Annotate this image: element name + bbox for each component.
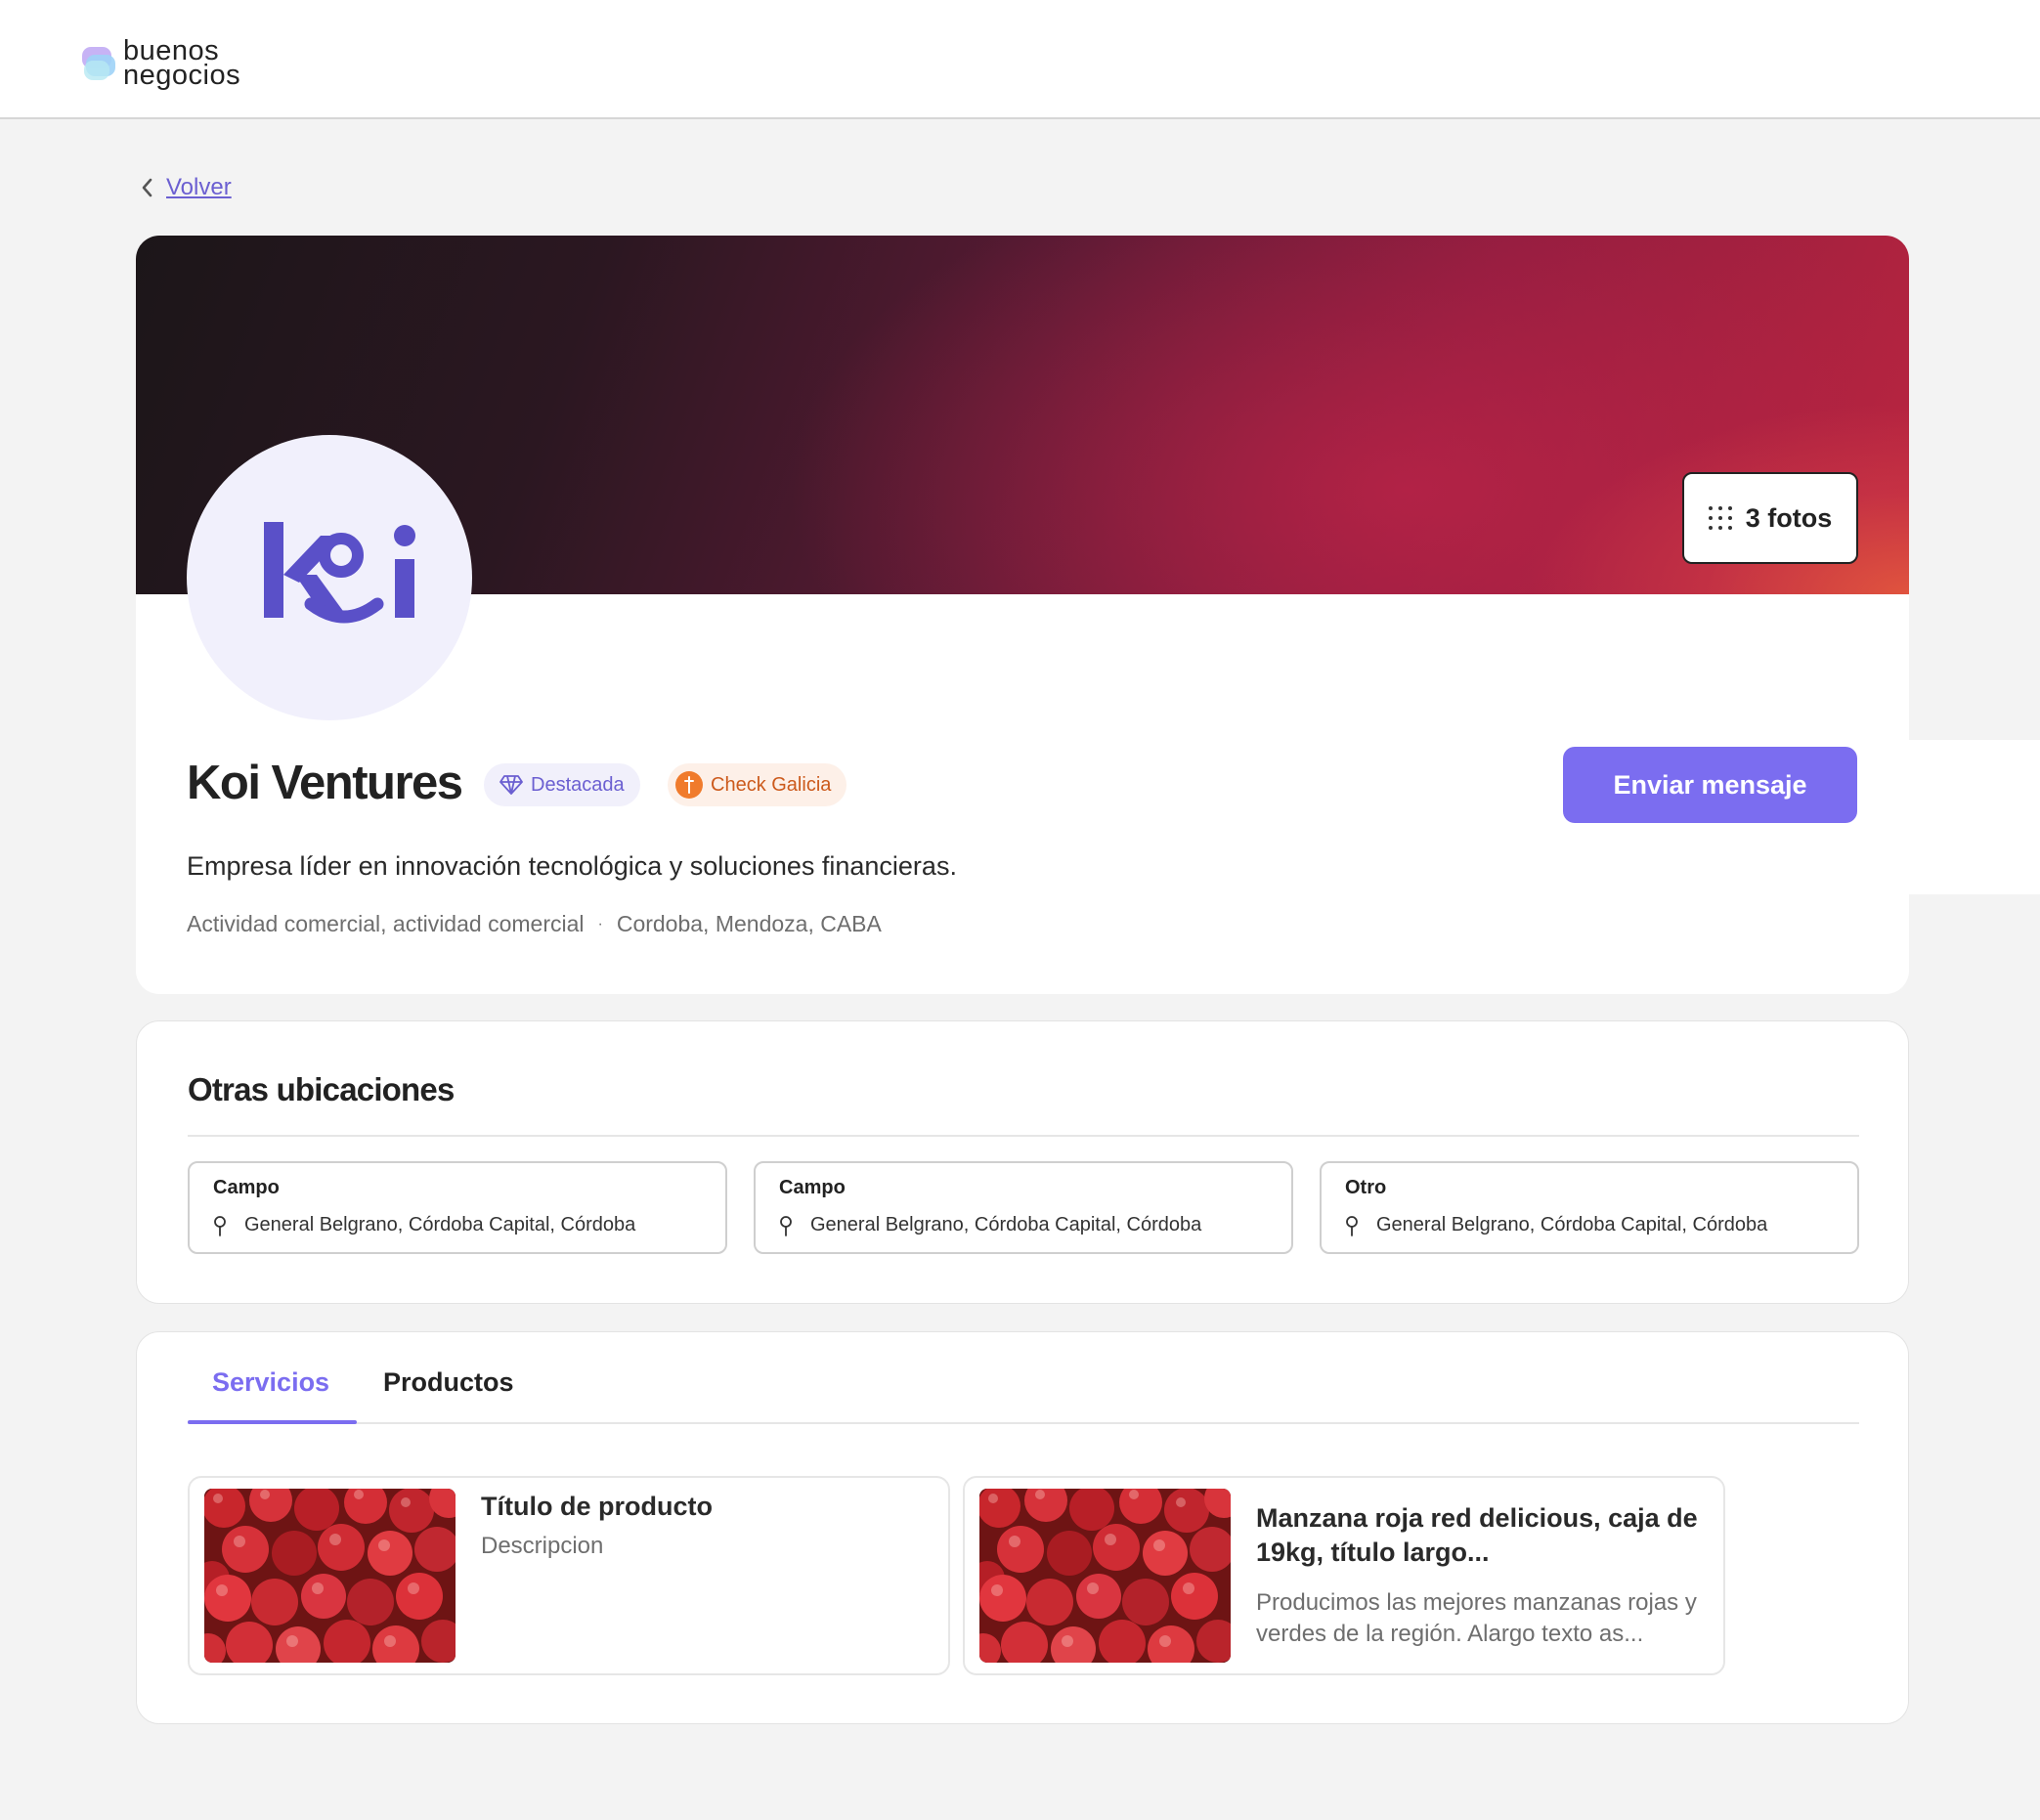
chevron-left-icon bbox=[142, 178, 152, 197]
grid-dots-icon bbox=[1708, 506, 1732, 530]
badge-destacada-label: Destacada bbox=[531, 773, 625, 796]
top-bar: buenos negocios bbox=[0, 0, 2040, 119]
location-type: Campo bbox=[779, 1177, 846, 1198]
catalog-card: Servicios Productos Título de producto D… bbox=[136, 1331, 1909, 1724]
tab-servicios[interactable]: Servicios bbox=[212, 1367, 329, 1398]
galicia-check-icon bbox=[675, 771, 703, 799]
location-address-row: General Belgrano, Córdoba Capital, Córdo… bbox=[213, 1214, 635, 1236]
photos-button[interactable]: 3 fotos bbox=[1682, 472, 1858, 564]
back-link[interactable]: Volver bbox=[139, 174, 232, 201]
product-image bbox=[204, 1489, 456, 1663]
badge-galicia-label: Check Galicia bbox=[711, 773, 832, 796]
company-locations: Cordoba, Mendoza, CABA bbox=[616, 911, 882, 936]
location-address: General Belgrano, Córdoba Capital, Córdo… bbox=[244, 1214, 636, 1235]
apples-image bbox=[979, 1489, 1231, 1663]
badge-check-galicia: Check Galicia bbox=[668, 763, 847, 806]
koi-logo bbox=[264, 522, 415, 624]
product-title: Título de producto bbox=[481, 1492, 713, 1521]
product-title: Manzana roja red delicious, caja de 19kg… bbox=[1256, 1503, 1698, 1567]
product-image bbox=[979, 1489, 1231, 1663]
logo-text: buenos negocios bbox=[123, 35, 241, 91]
map-pin-icon bbox=[780, 1215, 792, 1236]
apples-image bbox=[204, 1489, 456, 1663]
company-meta: Actividad comercial, actividad comercial… bbox=[187, 911, 882, 937]
active-tab-indicator bbox=[188, 1420, 357, 1424]
location-type: Campo bbox=[213, 1177, 280, 1198]
location-address-row: General Belgrano, Córdoba Capital, Córdo… bbox=[1345, 1214, 1767, 1236]
map-pin-icon bbox=[214, 1215, 226, 1236]
tabs-divider bbox=[188, 1422, 1859, 1424]
other-locations-title: Otras ubicaciones bbox=[188, 1071, 455, 1107]
other-locations-card: Otras ubicaciones Campo General Belgrano… bbox=[136, 1020, 1909, 1304]
location-item[interactable]: Campo General Belgrano, Córdoba Capital,… bbox=[188, 1161, 727, 1254]
product-card[interactable]: Manzana roja red delicious, caja de 19kg… bbox=[963, 1476, 1725, 1675]
section-divider bbox=[188, 1135, 1859, 1137]
location-type: Otro bbox=[1345, 1177, 1387, 1198]
location-item[interactable]: Otro General Belgrano, Córdoba Capital, … bbox=[1320, 1161, 1859, 1254]
side-panel-edge bbox=[1909, 740, 2040, 894]
location-address: General Belgrano, Córdoba Capital, Córdo… bbox=[810, 1214, 1202, 1235]
company-name: Koi Ventures bbox=[187, 757, 463, 809]
location-item[interactable]: Campo General Belgrano, Córdoba Capital,… bbox=[754, 1161, 1293, 1254]
product-card[interactable]: Título de producto Descripcion bbox=[188, 1476, 950, 1675]
photos-label: 3 fotos bbox=[1745, 502, 1833, 533]
company-tagline: Empresa líder en innovación tecnológica … bbox=[187, 851, 957, 881]
company-activity: Actividad comercial, actividad comercial bbox=[187, 911, 585, 936]
map-pin-icon bbox=[1346, 1215, 1358, 1236]
tab-productos[interactable]: Productos bbox=[383, 1367, 514, 1398]
company-avatar bbox=[187, 435, 472, 720]
logo-mark-icon bbox=[82, 47, 117, 86]
location-address: General Belgrano, Córdoba Capital, Córdo… bbox=[1376, 1214, 1768, 1235]
brand-logo[interactable]: buenos negocios bbox=[82, 35, 241, 91]
meta-separator: · bbox=[597, 915, 603, 932]
diamond-icon bbox=[499, 775, 523, 795]
badge-destacada: Destacada bbox=[484, 763, 640, 806]
location-address-row: General Belgrano, Córdoba Capital, Córdo… bbox=[779, 1214, 1201, 1236]
back-label: Volver bbox=[166, 174, 232, 200]
product-description: Descripcion bbox=[481, 1533, 604, 1559]
product-description: Producimos las mejores manzanas rojas y … bbox=[1256, 1589, 1697, 1647]
send-message-button[interactable]: Enviar mensaje bbox=[1563, 747, 1857, 823]
